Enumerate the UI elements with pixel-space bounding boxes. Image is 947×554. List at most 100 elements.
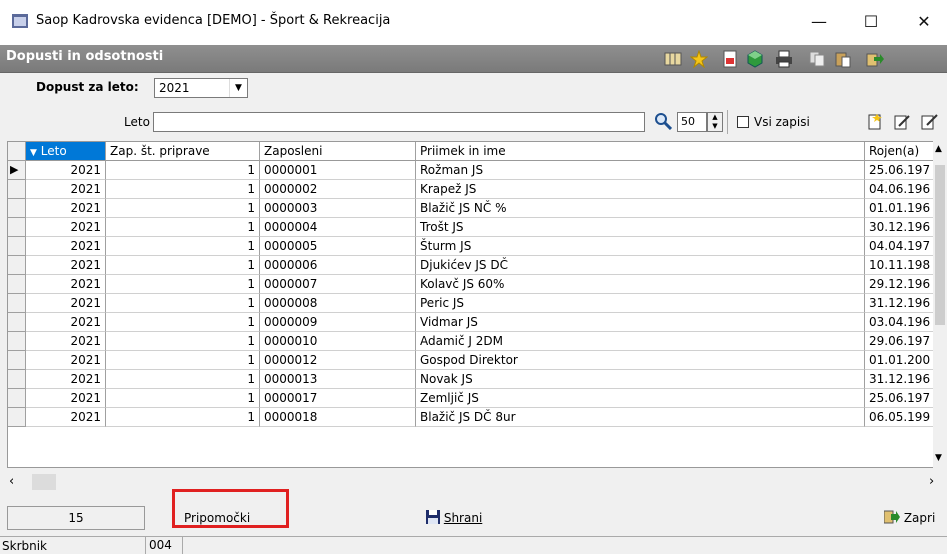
row-indicator[interactable]: [8, 218, 26, 237]
cell-zaposleni[interactable]: 0000005: [260, 237, 416, 256]
cell-leto[interactable]: 2021: [26, 256, 106, 275]
new-record-icon[interactable]: [866, 113, 884, 131]
cell-zaposleni[interactable]: 0000018: [260, 408, 416, 427]
row-indicator[interactable]: [8, 199, 26, 218]
cell-zap-st[interactable]: 1: [106, 408, 260, 427]
paste-icon[interactable]: [834, 50, 852, 68]
cell-leto[interactable]: 2021: [26, 161, 106, 180]
row-indicator[interactable]: ▶: [8, 161, 26, 180]
cell-priimek-ime[interactable]: Krapež JS: [416, 180, 865, 199]
copy-icon[interactable]: [808, 50, 826, 68]
maximize-button[interactable]: ☐: [851, 8, 891, 36]
cell-zaposleni[interactable]: 0000002: [260, 180, 416, 199]
cell-zaposleni[interactable]: 0000003: [260, 199, 416, 218]
chevron-down-icon[interactable]: ▼: [229, 79, 247, 97]
cell-zaposleni[interactable]: 0000004: [260, 218, 416, 237]
cell-priimek-ime[interactable]: Vidmar JS: [416, 313, 865, 332]
cell-zap-st[interactable]: 1: [106, 237, 260, 256]
cell-zaposleni[interactable]: 0000013: [260, 370, 416, 389]
cell-leto[interactable]: 2021: [26, 408, 106, 427]
cell-zap-st[interactable]: 1: [106, 180, 260, 199]
cell-priimek-ime[interactable]: Trošt JS: [416, 218, 865, 237]
vertical-scrollbar[interactable]: ▲ ▼: [933, 141, 947, 468]
cell-zap-st[interactable]: 1: [106, 370, 260, 389]
column-header-leto[interactable]: ▼ Leto: [26, 142, 106, 161]
cell-priimek-ime[interactable]: Peric JS: [416, 294, 865, 313]
cell-priimek-ime[interactable]: Novak JS: [416, 370, 865, 389]
print-icon[interactable]: [775, 50, 793, 68]
pdf-icon[interactable]: [721, 50, 739, 68]
page-size-input[interactable]: 50: [677, 112, 707, 132]
row-indicator[interactable]: [8, 275, 26, 294]
horizontal-scrollbar[interactable]: ‹ ›: [7, 468, 947, 496]
scroll-down-icon[interactable]: ▼: [935, 453, 942, 463]
cell-priimek-ime[interactable]: Gospod Direktor: [416, 351, 865, 370]
cell-leto[interactable]: 2021: [26, 313, 106, 332]
minimize-button[interactable]: —: [799, 8, 839, 36]
star-icon[interactable]: [690, 50, 708, 68]
cell-zap-st[interactable]: 1: [106, 275, 260, 294]
cell-zap-st[interactable]: 1: [106, 332, 260, 351]
cell-leto[interactable]: 2021: [26, 332, 106, 351]
row-indicator[interactable]: [8, 351, 26, 370]
all-records-checkbox[interactable]: [737, 116, 749, 128]
cell-zap-st[interactable]: 1: [106, 199, 260, 218]
stepper-down-icon[interactable]: ▼: [708, 122, 722, 131]
row-indicator[interactable]: [8, 256, 26, 275]
column-header-zaposleni[interactable]: Zaposleni: [260, 142, 416, 161]
cell-zaposleni[interactable]: 0000001: [260, 161, 416, 180]
cell-zap-st[interactable]: 1: [106, 218, 260, 237]
cell-leto[interactable]: 2021: [26, 275, 106, 294]
cube-icon[interactable]: [746, 50, 764, 68]
row-indicator[interactable]: [8, 237, 26, 256]
cell-zaposleni[interactable]: 0000008: [260, 294, 416, 313]
cell-priimek-ime[interactable]: Šturm JS: [416, 237, 865, 256]
row-indicator[interactable]: [8, 389, 26, 408]
cell-zap-st[interactable]: 1: [106, 256, 260, 275]
cell-zaposleni[interactable]: 0000012: [260, 351, 416, 370]
search-input[interactable]: [153, 112, 645, 132]
page-size-stepper[interactable]: ▲ ▼: [707, 112, 723, 132]
search-icon[interactable]: [654, 112, 672, 130]
cell-zaposleni[interactable]: 0000006: [260, 256, 416, 275]
cell-zaposleni[interactable]: 0000007: [260, 275, 416, 294]
cell-leto[interactable]: 2021: [26, 294, 106, 313]
row-indicator[interactable]: [8, 294, 26, 313]
cell-leto[interactable]: 2021: [26, 370, 106, 389]
cell-priimek-ime[interactable]: Adamič J 2DM: [416, 332, 865, 351]
cell-zap-st[interactable]: 1: [106, 351, 260, 370]
edit-record-icon[interactable]: [893, 113, 911, 131]
vertical-scroll-thumb[interactable]: [935, 165, 945, 325]
cell-zap-st[interactable]: 1: [106, 294, 260, 313]
horizontal-scroll-thumb[interactable]: [32, 474, 56, 490]
cell-leto[interactable]: 2021: [26, 389, 106, 408]
scroll-left-icon[interactable]: ‹: [9, 474, 14, 489]
scroll-right-icon[interactable]: ›: [929, 474, 934, 489]
scroll-up-icon[interactable]: ▲: [935, 144, 942, 154]
column-header-zap-st[interactable]: Zap. št. priprave: [106, 142, 260, 161]
close-button[interactable]: ✕: [904, 8, 944, 36]
column-header-priimek-ime[interactable]: Priimek in ime: [416, 142, 865, 161]
cell-zap-st[interactable]: 1: [106, 313, 260, 332]
cell-leto[interactable]: 2021: [26, 218, 106, 237]
row-indicator[interactable]: [8, 180, 26, 199]
row-indicator[interactable]: [8, 370, 26, 389]
cell-priimek-ime[interactable]: Kolavč JS 60%: [416, 275, 865, 294]
stepper-up-icon[interactable]: ▲: [708, 113, 722, 122]
cell-priimek-ime[interactable]: Blažič JS DČ 8ur: [416, 408, 865, 427]
cell-leto[interactable]: 2021: [26, 180, 106, 199]
cell-priimek-ime[interactable]: Zemljič JS: [416, 389, 865, 408]
row-indicator[interactable]: [8, 408, 26, 427]
cell-zap-st[interactable]: 1: [106, 161, 260, 180]
cell-priimek-ime[interactable]: Blažič JS NČ %: [416, 199, 865, 218]
row-indicator[interactable]: [8, 313, 26, 332]
exit-icon[interactable]: [866, 50, 884, 68]
row-indicator[interactable]: [8, 332, 26, 351]
year-select[interactable]: 2021 ▼: [154, 78, 248, 98]
cell-zaposleni[interactable]: 0000009: [260, 313, 416, 332]
delete-record-icon[interactable]: [920, 113, 938, 131]
cell-zaposleni[interactable]: 0000010: [260, 332, 416, 351]
close-form-button[interactable]: Zapri: [883, 506, 935, 530]
columns-icon[interactable]: [664, 50, 682, 68]
cell-zap-st[interactable]: 1: [106, 389, 260, 408]
